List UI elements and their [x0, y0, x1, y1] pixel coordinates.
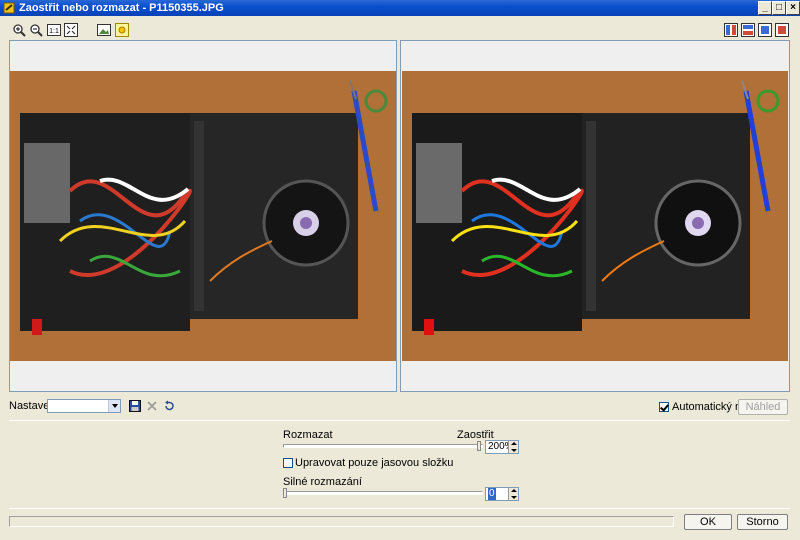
auto-preview-checkbox[interactable]	[659, 402, 669, 412]
strong-blur-label: Silné rozmazání	[283, 476, 362, 488]
image-icon	[97, 24, 111, 36]
zoom-in-button[interactable]	[10, 21, 26, 37]
zoom-out-icon	[30, 24, 43, 37]
zoom-in-icon	[13, 24, 26, 37]
strong-blur-value-stepper[interactable]: 0	[485, 487, 519, 501]
sun-button[interactable]	[113, 21, 129, 37]
reset-button[interactable]	[161, 398, 177, 414]
title-bar: Zaostřit nebo rozmazat - P1150355.JPG _ …	[0, 0, 800, 16]
split-horizontal-button[interactable]	[739, 21, 755, 37]
sharpen-slider-thumb[interactable]	[477, 441, 481, 451]
result-preview[interactable]	[400, 40, 790, 392]
strong-blur-slider-thumb[interactable]	[283, 488, 287, 498]
actual-size-button[interactable]: 1:1	[45, 21, 61, 37]
original-only-icon	[775, 23, 789, 37]
fit-to-window-icon	[64, 23, 78, 37]
progress-bar	[9, 516, 674, 527]
preview-button[interactable]: Náhled	[738, 399, 788, 415]
window-title: Zaostřit nebo rozmazat - P1150355.JPG	[19, 2, 224, 14]
original-preview[interactable]	[9, 40, 397, 392]
sharpen-value-stepper[interactable]: 200%	[485, 440, 519, 454]
luminance-only-label: Upravovat pouze jasovou složku	[295, 457, 454, 469]
svg-text:1:1: 1:1	[49, 28, 59, 35]
strong-blur-value: 0	[488, 488, 496, 500]
delete-icon	[147, 401, 157, 411]
split-vertical-icon	[724, 23, 738, 37]
blur-label: Rozmazat	[283, 429, 333, 441]
separator	[9, 420, 790, 421]
maximize-button[interactable]: □	[772, 1, 786, 15]
single-preview-button[interactable]	[756, 21, 772, 37]
photo-original	[10, 71, 396, 361]
zoom-out-button[interactable]	[27, 21, 43, 37]
close-button[interactable]: ×	[786, 1, 800, 15]
strong-blur-slider-track[interactable]	[283, 491, 483, 495]
separator	[9, 508, 790, 509]
delete-preset-button[interactable]	[144, 398, 160, 414]
split-horizontal-icon	[741, 23, 755, 37]
luminance-only-checkbox[interactable]	[283, 458, 293, 468]
single-preview-icon	[758, 23, 772, 37]
spin-arrows-icon[interactable]	[508, 441, 518, 453]
photo-result	[402, 71, 788, 361]
cancel-button[interactable]: Storno	[737, 514, 788, 530]
spin-arrows-icon[interactable]	[508, 488, 518, 500]
ok-button[interactable]: OK	[684, 514, 732, 530]
app-icon	[3, 2, 15, 14]
save-preset-button[interactable]	[127, 398, 143, 414]
actual-size-icon: 1:1	[47, 24, 61, 36]
minimize-button[interactable]: _	[758, 1, 772, 15]
image-button[interactable]	[95, 21, 111, 37]
save-icon	[129, 400, 141, 412]
original-only-button[interactable]	[773, 21, 789, 37]
chevron-down-icon[interactable]	[108, 400, 120, 412]
split-vertical-button[interactable]	[722, 21, 738, 37]
undo-icon	[165, 400, 174, 411]
sun-icon	[115, 23, 129, 37]
fit-to-window-button[interactable]	[62, 21, 78, 37]
sharpen-slider-track[interactable]	[283, 444, 483, 448]
preset-combo[interactable]	[47, 399, 121, 413]
